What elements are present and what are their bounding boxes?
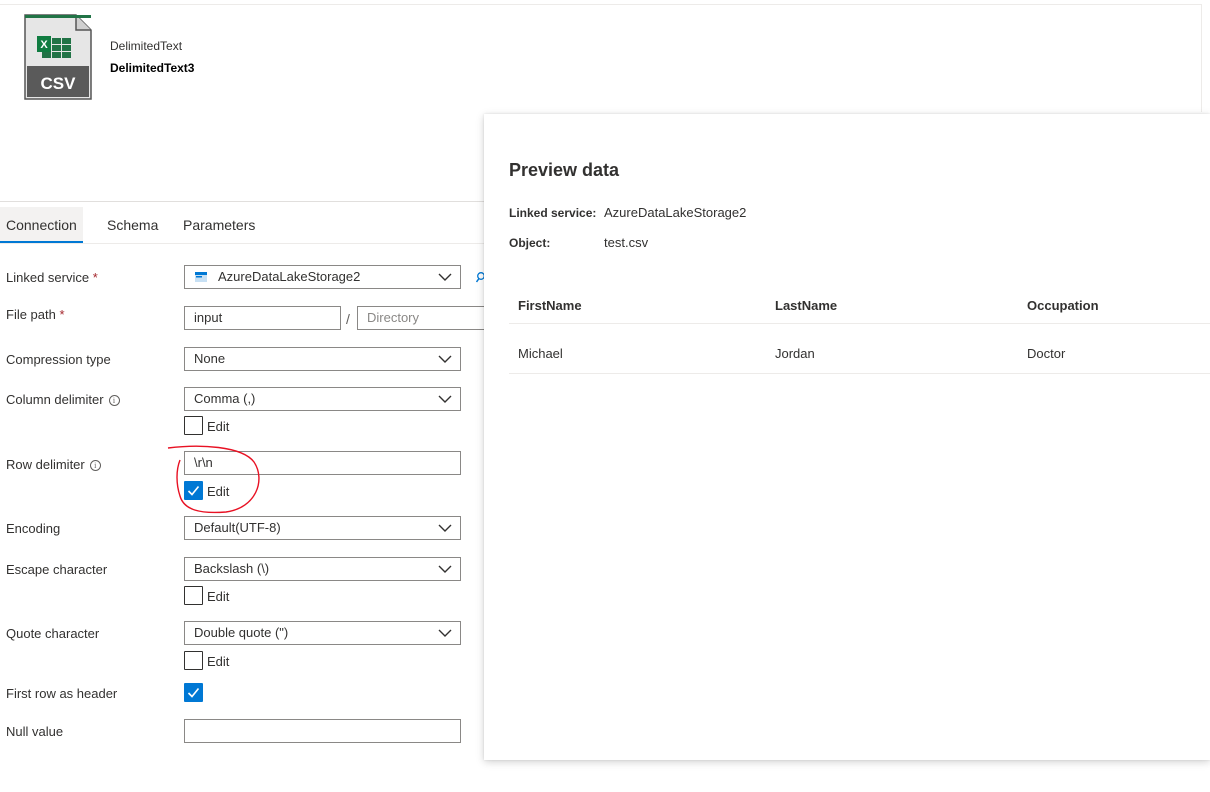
csv-file-icon: X CSV [24,14,92,100]
tab-bar: Connection Schema Parameters [0,207,484,244]
linked-service-label: Linked service * [6,270,98,285]
csv-icon-text: CSV [41,74,77,93]
escape-character-dropdown[interactable]: Backslash (\) [184,557,461,581]
storage-icon [195,272,207,282]
quote-character-edit-label: Edit [207,654,230,669]
quote-character-dropdown[interactable]: Double quote (") [184,621,461,645]
null-value-input[interactable] [184,719,461,743]
preview-data-panel: Preview data Linked service: AzureDataLa… [484,114,1210,760]
dataset-type: DelimitedText [110,39,183,53]
chevron-down-icon [438,524,452,532]
table-cell: Michael [518,346,563,361]
null-value-label: Null value [6,724,64,739]
table-header-row: FirstName LastName Occupation [509,284,1210,324]
escape-character-edit-label: Edit [207,589,230,604]
section-divider [0,201,484,202]
quote-character-edit-checkbox[interactable] [184,651,203,670]
compression-type-label: Compression type [6,352,111,367]
escape-character-edit-checkbox[interactable] [184,586,203,605]
encoding-label: Encoding [6,521,61,536]
preview-title: Preview data [509,160,620,180]
escape-character-label: Escape character [6,562,108,577]
column-delimiter-edit-checkbox[interactable] [184,416,203,435]
table-cell: Jordan [775,346,815,361]
right-divider [1201,4,1202,112]
chevron-down-icon [438,629,452,637]
table-row: Michael Jordan Doctor [509,324,1210,374]
first-row-header-checkbox[interactable] [184,683,203,702]
encoding-dropdown[interactable]: Default(UTF-8) [184,516,461,540]
column-header: FirstName [518,298,582,313]
column-delimiter-edit-label: Edit [207,419,230,434]
linked-service-dropdown[interactable]: AzureDataLakeStorage2 [184,265,461,289]
column-header: Occupation [1027,298,1099,313]
tab-parameters[interactable]: Parameters [183,207,255,243]
svg-text:X: X [40,39,48,51]
file-path-directory-input[interactable]: Directory [357,306,484,330]
dataset-name: DelimitedText3 [110,61,195,75]
row-delimiter-edit-label: Edit [207,484,230,499]
compression-type-dropdown[interactable]: None [184,347,461,371]
tab-connection[interactable]: Connection [0,207,83,243]
top-divider [0,4,1201,5]
info-icon[interactable]: i [89,460,101,471]
checkmark-icon [187,485,200,496]
chevron-down-icon [438,273,452,281]
column-header: LastName [775,298,838,313]
column-delimiter-label: Column delimiter i [6,392,120,407]
preview-object-value: test.csv [604,235,649,250]
table-cell: Doctor [1027,346,1066,361]
path-separator: / [346,311,350,327]
chevron-down-icon [438,395,452,403]
checkmark-icon [187,687,200,698]
chevron-down-icon [438,565,452,573]
chevron-down-icon [438,355,452,363]
preview-linked-service-label: Linked service: [509,206,597,220]
preview-object-label: Object: [509,236,551,250]
file-path-label: File path * [6,307,65,322]
quote-character-label: Quote character [6,626,100,641]
tab-schema[interactable]: Schema [107,207,158,243]
info-icon[interactable]: i [108,395,120,406]
row-delimiter-label: Row delimiter i [6,457,101,472]
row-delimiter-edit-checkbox[interactable] [184,481,203,500]
file-path-container-input[interactable]: input [184,306,341,330]
preview-linked-service-value: AzureDataLakeStorage2 [604,205,747,220]
preview-table: FirstName LastName Occupation Michael Jo… [509,284,1210,374]
first-row-header-label: First row as header [6,686,118,701]
column-delimiter-dropdown[interactable]: Comma (,) [184,387,461,411]
row-delimiter-input[interactable]: \r\n [184,451,461,475]
